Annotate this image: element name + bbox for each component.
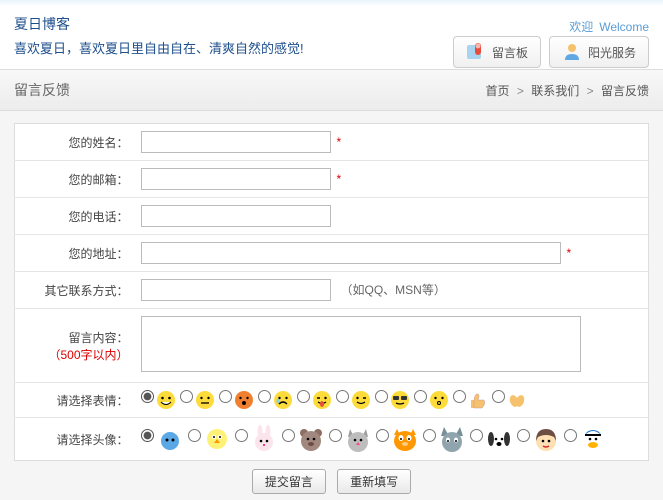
emoji-plain-icon: [195, 390, 215, 410]
breadcrumb-contact[interactable]: 联系我们: [531, 84, 579, 98]
name-label: 您的姓名：: [15, 124, 135, 161]
emoji-thumb-icon: [468, 390, 488, 410]
breadcrumb-current: 留言反馈: [601, 84, 649, 98]
avatar-bunny-icon: [250, 425, 278, 453]
submit-button[interactable]: 提交留言: [252, 469, 326, 494]
avatar-options: [141, 425, 643, 453]
site-title: 夏日博客: [14, 14, 649, 34]
other-input[interactable]: [141, 279, 331, 301]
content-label: 留言内容： （500字以内）: [15, 309, 135, 383]
avatar-cat-icon: [344, 425, 372, 453]
email-input[interactable]: [141, 168, 331, 190]
emoji-blow-icon: [234, 390, 254, 410]
feedback-form: 您的姓名： * 您的邮箱： * 您的电话： 您的地址： * 其它联系方式： （如…: [14, 123, 649, 461]
emoji-radio-plain[interactable]: [180, 390, 193, 403]
emoji-think-icon: [429, 390, 449, 410]
page-title: 留言反馈: [14, 80, 70, 100]
emoji-radio-blow[interactable]: [219, 390, 232, 403]
emoji-radio-thumb[interactable]: [453, 390, 466, 403]
avatar-radio-garfield[interactable]: [376, 429, 389, 442]
sunservice-button[interactable]: 阳光服务: [549, 36, 649, 68]
avatar-radio-girl[interactable]: [517, 429, 530, 442]
emoji-options: [141, 390, 643, 410]
msgboard-icon: [466, 42, 486, 62]
emoji-radio-applause[interactable]: [492, 390, 505, 403]
avatar-radio-tom[interactable]: [423, 429, 436, 442]
breadcrumb: 首页 > 联系我们 > 留言反馈: [486, 82, 649, 99]
addr-input[interactable]: [141, 242, 561, 264]
emoji-radio-cry[interactable]: [258, 390, 271, 403]
emoji-tongue-icon: [312, 390, 332, 410]
avatar-radio-smurf[interactable]: [141, 429, 154, 442]
avatar-radio-donald[interactable]: [564, 429, 577, 442]
addr-label: 您的地址：: [15, 235, 135, 272]
reset-button[interactable]: 重新填写: [337, 469, 411, 494]
avatar-donald-icon: [579, 425, 607, 453]
avatar-radio-dog[interactable]: [470, 429, 483, 442]
emoji-grin-icon: [156, 390, 176, 410]
phone-label: 您的电话：: [15, 198, 135, 235]
avatar-smurf-icon: [156, 425, 184, 453]
name-input[interactable]: [141, 131, 331, 153]
avatar-radio-cat[interactable]: [329, 429, 342, 442]
other-label: 其它联系方式：: [15, 272, 135, 309]
email-label: 您的邮箱：: [15, 161, 135, 198]
breadcrumb-home[interactable]: 首页: [486, 84, 510, 98]
avatar-bird-icon: [203, 425, 231, 453]
avatar-tom-icon: [438, 425, 466, 453]
welcome-text: 欢迎Welcome: [569, 18, 649, 35]
avatar-bear-icon: [297, 425, 325, 453]
avatar-label: 请选择头像：: [15, 418, 135, 461]
emoji-radio-tongue[interactable]: [297, 390, 310, 403]
emoji-cool-icon: [390, 390, 410, 410]
msgboard-button[interactable]: 留言板: [453, 36, 541, 68]
emoji-radio-grin[interactable]: [141, 390, 154, 403]
emoji-label: 请选择表情：: [15, 383, 135, 418]
emoji-wink-icon: [351, 390, 371, 410]
emoji-applause-icon: [507, 390, 527, 410]
emoji-radio-cool[interactable]: [375, 390, 388, 403]
emoji-radio-think[interactable]: [414, 390, 427, 403]
avatar-radio-bear[interactable]: [282, 429, 295, 442]
emoji-radio-wink[interactable]: [336, 390, 349, 403]
avatar-girl-icon: [532, 425, 560, 453]
sunservice-icon: [562, 42, 582, 62]
phone-input[interactable]: [141, 205, 331, 227]
avatar-radio-bird[interactable]: [188, 429, 201, 442]
avatar-radio-bunny[interactable]: [235, 429, 248, 442]
content-textarea[interactable]: [141, 316, 581, 372]
emoji-cry-icon: [273, 390, 293, 410]
avatar-garfield-icon: [391, 425, 419, 453]
avatar-dog-icon: [485, 425, 513, 453]
